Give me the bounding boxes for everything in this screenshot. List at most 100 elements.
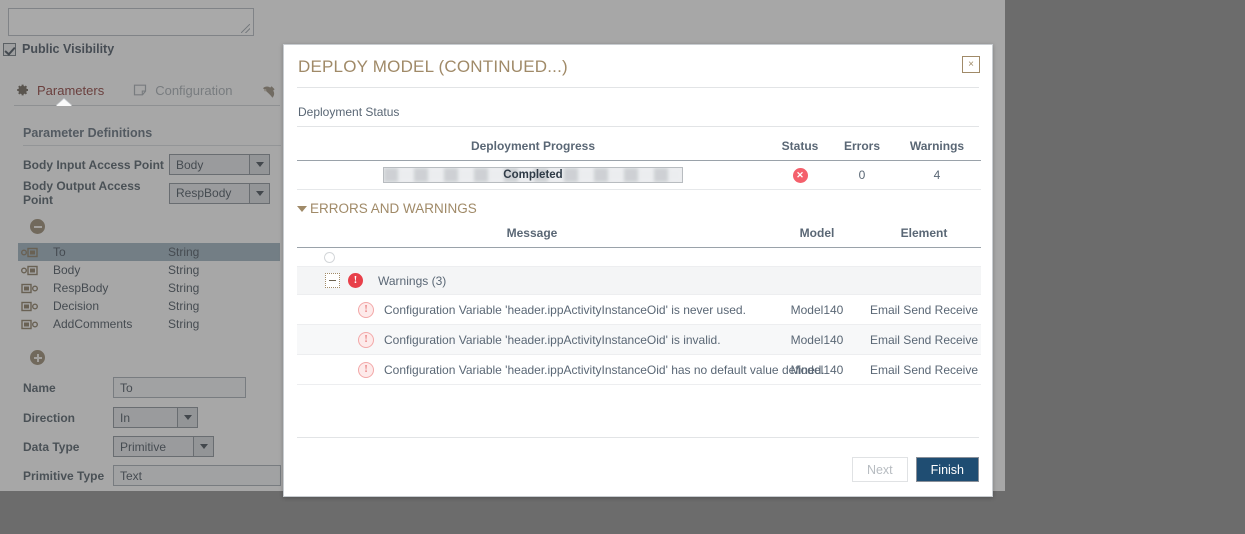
output-port-icon: [21, 283, 38, 294]
body-output-access-point-select[interactable]: RespBody: [169, 183, 270, 204]
table-row[interactable]: Decision String: [18, 297, 280, 315]
chevron-down-icon[interactable]: [177, 408, 197, 427]
deployment-status-divider: [297, 126, 979, 127]
tab-configuration-label: Configuration: [155, 83, 232, 98]
checkbox-icon[interactable]: [3, 43, 16, 56]
empty-cell: [767, 267, 867, 295]
table-row[interactable]: ! Warnings (3): [297, 267, 981, 295]
parameter-definitions-divider: [23, 145, 281, 146]
deployment-status-table: Deployment Progress Status Errors Warnin…: [297, 135, 981, 190]
warnings-group-cell: ! Warnings (3): [297, 267, 767, 295]
parameter-name: RespBody: [53, 281, 168, 295]
table-row[interactable]: ! Configuration Variable 'header.ippActi…: [297, 325, 981, 355]
table-header-row: Deployment Progress Status Errors Warnin…: [297, 135, 981, 161]
chevron-down-icon[interactable]: [249, 155, 269, 174]
table-row[interactable]: RespBody String: [18, 279, 280, 297]
parameter-type: String: [168, 281, 199, 295]
data-type-value: Primitive: [114, 440, 193, 454]
data-type-label: Data Type: [23, 440, 113, 454]
chevron-down-icon: [297, 206, 307, 212]
column-warnings: Warnings: [893, 135, 981, 161]
column-message: Message: [297, 223, 767, 248]
public-visibility-checkbox[interactable]: Public Visibility: [3, 42, 114, 56]
finish-button[interactable]: Finish: [916, 457, 979, 482]
body-output-access-point-value: RespBody: [170, 186, 249, 200]
error-circle-icon: ✕: [793, 168, 808, 183]
public-visibility-label: Public Visibility: [22, 42, 114, 56]
column-model: Model: [767, 223, 867, 248]
output-port-icon: [21, 319, 38, 330]
parameter-type: String: [168, 263, 199, 277]
table-row: [297, 248, 981, 267]
chevron-down-icon[interactable]: [249, 184, 269, 203]
element-cell: Email Send Receive: [867, 295, 981, 325]
deploy-model-dialog: DEPLOY MODEL (CONTINUED...) × Deployment…: [283, 44, 993, 497]
next-button[interactable]: Next: [852, 457, 908, 482]
errors-and-warnings-table: Message Model Element: [297, 223, 981, 385]
table-header-row: Message Model Element: [297, 223, 981, 248]
model-cell: Model140: [767, 325, 867, 355]
resize-grip-icon[interactable]: [241, 24, 250, 33]
data-type-select[interactable]: Primitive: [113, 436, 214, 457]
output-port-icon: [21, 301, 38, 312]
gear-icon: [14, 82, 30, 98]
body-input-access-point-value: Body: [170, 158, 249, 172]
table-row[interactable]: Body String: [18, 261, 280, 279]
column-element: Element: [867, 223, 981, 248]
root-node-cell: [297, 248, 767, 267]
parameter-name: To: [53, 245, 168, 259]
title-divider: [297, 87, 979, 88]
errors-and-warnings-label: ERRORS AND WARNINGS: [310, 201, 477, 216]
name-label: Name: [23, 381, 113, 395]
direction-select[interactable]: In: [113, 407, 198, 428]
table-row[interactable]: ! Configuration Variable 'header.ippActi…: [297, 295, 981, 325]
description-textarea[interactable]: [8, 8, 254, 36]
status-cell: ✕: [769, 161, 831, 190]
errors-and-warnings-header[interactable]: ERRORS AND WARNINGS: [297, 201, 477, 216]
empty-cell: [767, 248, 867, 267]
primitive-type-label: Primitive Type: [23, 469, 113, 483]
table-row[interactable]: To String: [18, 243, 280, 261]
primitive-type-input[interactable]: Text: [113, 465, 281, 486]
body-output-access-point-label: Body Output Access Point: [23, 179, 169, 207]
primitive-type-row: Primitive Type Text: [23, 465, 281, 486]
progress-bar-label: Completed: [384, 168, 682, 182]
table-row[interactable]: ! Configuration Variable 'header.ippActi…: [297, 355, 981, 385]
add-parameter-button[interactable]: [30, 350, 45, 365]
remove-parameter-button[interactable]: [30, 219, 45, 234]
column-deployment-progress: Deployment Progress: [297, 135, 769, 161]
model-cell: Model140: [767, 295, 867, 325]
message-cell: ! Configuration Variable 'header.ippActi…: [297, 355, 767, 385]
table-row[interactable]: AddComments String: [18, 315, 280, 333]
tab-bar-divider: [14, 105, 280, 106]
input-port-icon: [21, 265, 38, 276]
screen: Public Visibility Parameters Configurati…: [0, 0, 1245, 534]
parameter-type: String: [168, 299, 199, 313]
chevron-down-icon[interactable]: [193, 437, 213, 456]
tab-indicator: [56, 99, 72, 106]
collapse-icon[interactable]: [325, 273, 340, 288]
column-errors: Errors: [831, 135, 893, 161]
warnings-group-label: Warnings (3): [378, 274, 446, 288]
message-cell: ! Configuration Variable 'header.ippActi…: [297, 325, 767, 355]
warning-circle-icon: !: [348, 273, 363, 288]
parameter-name: AddComments: [53, 317, 168, 331]
element-cell: Email Send Receive: [867, 355, 981, 385]
warnings-count: 4: [893, 161, 981, 190]
name-input[interactable]: To: [113, 377, 246, 398]
body-input-access-point-select[interactable]: Body: [169, 154, 270, 175]
parameter-definitions-title: Parameter Definitions: [23, 126, 152, 140]
warning-circle-icon: !: [358, 302, 374, 318]
progress-bar: Completed: [383, 167, 683, 183]
name-row: Name To: [23, 377, 246, 398]
tab-parameters-label: Parameters: [37, 83, 104, 98]
tab-configuration[interactable]: Configuration: [132, 82, 232, 103]
close-icon[interactable]: ×: [962, 56, 980, 73]
body-output-access-point-row: Body Output Access Point RespBody: [23, 179, 270, 207]
page-title: DEPLOY MODEL (CONTINUED...): [298, 57, 568, 77]
input-port-icon: [21, 247, 38, 258]
deployment-status-label: Deployment Status: [298, 105, 399, 119]
direction-row: Direction In: [23, 407, 198, 428]
radio-icon[interactable]: [324, 252, 335, 263]
warning-message: Configuration Variable 'header.ippActivi…: [384, 303, 746, 317]
